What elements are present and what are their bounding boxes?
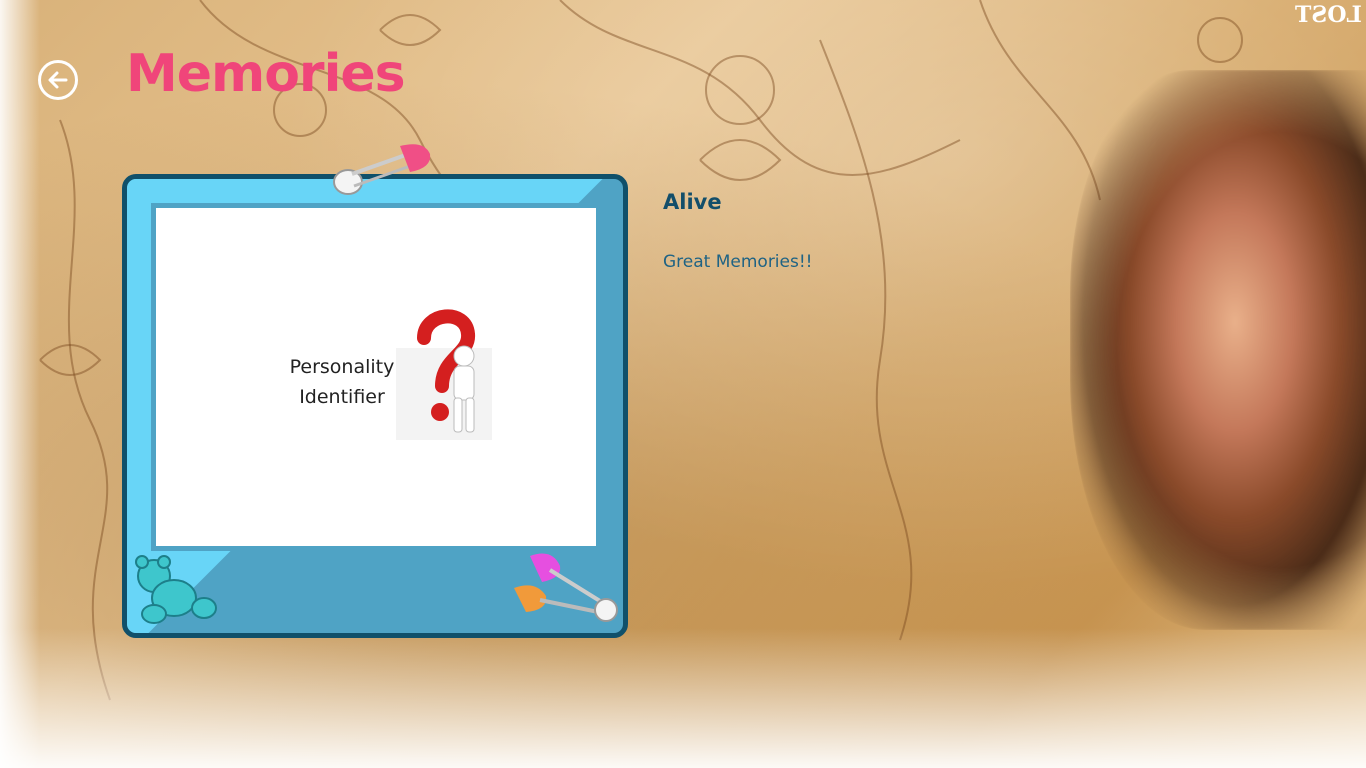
app-window: LOST Memories Personality Identifier Ali… [0,0,1366,768]
back-button[interactable] [38,60,78,100]
bottom-fade [0,628,1366,768]
image-caption: Personality Identifier [289,356,395,408]
watermark-text: LOST [1295,2,1362,28]
couple-photo [1070,70,1366,630]
question-figure-icon [396,309,492,440]
back-arrow-icon [48,71,68,89]
memory-title: Alive [663,190,722,214]
teddy-bear-icon [135,555,217,624]
page-title: Memories [126,44,406,104]
memory-image: Personality Identifier [151,203,601,551]
safety-pins-icon [514,553,618,622]
personality-identifier-graphic: Personality Identifier [286,308,492,448]
safety-pin-icon [333,144,431,195]
memory-description: Great Memories!! [663,252,813,272]
left-fade [0,0,40,768]
